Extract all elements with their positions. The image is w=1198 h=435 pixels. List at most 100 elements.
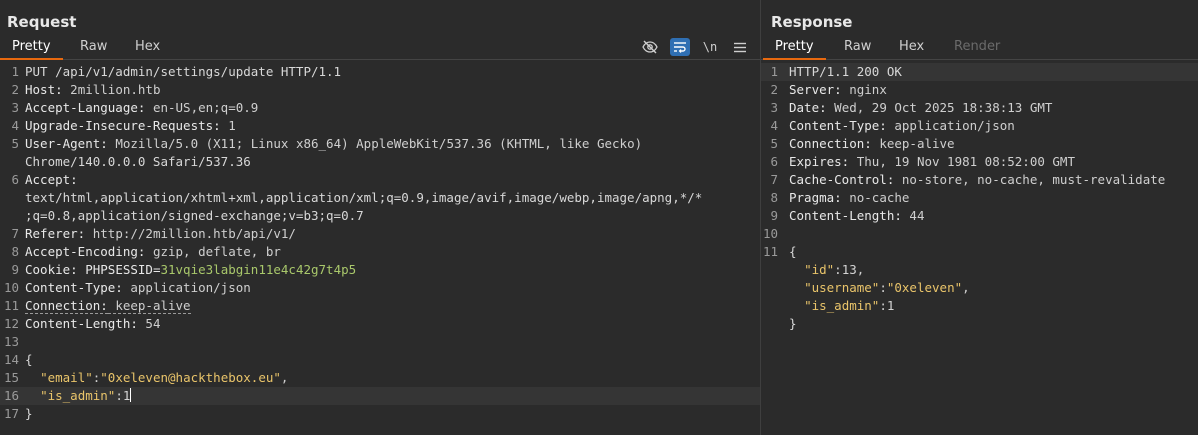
line-content: Connection: keep-alive bbox=[25, 297, 760, 315]
code-line[interactable]: 3 Date: Wed, 29 Oct 2025 18:38:13 GMT bbox=[761, 99, 1198, 117]
line-content: Cookie: PHPSESSID=31vqie3labgin11e4c42g7… bbox=[25, 261, 760, 279]
code-line[interactable]: 15 "email":"0xeleven@hackthebox.eu", bbox=[0, 369, 760, 387]
header-value: keep-alive bbox=[107, 298, 191, 314]
code-line[interactable]: 10 bbox=[761, 225, 1198, 243]
header-name: Accept-Language: bbox=[25, 100, 146, 115]
line-content: Host: 2million.htb bbox=[25, 81, 760, 99]
line-number: 3 bbox=[770, 100, 778, 115]
request-title: Request bbox=[7, 13, 77, 31]
code-line[interactable]: 10 Content-Type: application/json bbox=[0, 279, 760, 297]
code-line[interactable]: "username":"0xeleven", bbox=[761, 279, 1198, 297]
line-content: Server: nginx bbox=[789, 81, 1198, 99]
word-wrap-icon[interactable] bbox=[670, 38, 690, 56]
code-line[interactable]: 4 Upgrade-Insecure-Requests: 1 bbox=[0, 117, 760, 135]
line-content: User-Agent: Mozilla/5.0 (X11; Linux x86_… bbox=[25, 135, 760, 153]
code-line[interactable]: 8 Pragma: no-cache bbox=[761, 189, 1198, 207]
code-line[interactable]: text/html,application/xhtml+xml,applicat… bbox=[0, 189, 760, 207]
code-line[interactable]: 4 Content-Type: application/json bbox=[761, 117, 1198, 135]
line-content: Expires: Thu, 19 Nov 1981 08:52:00 GMT bbox=[789, 153, 1198, 171]
header-name: Pragma: bbox=[789, 190, 842, 205]
line-number: 13 bbox=[3, 334, 19, 349]
line-number: 5 bbox=[11, 136, 19, 151]
response-tab-render[interactable]: Render bbox=[942, 36, 1012, 60]
line-number: 14 bbox=[3, 352, 19, 367]
code-line[interactable]: 11 Connection: keep-alive bbox=[0, 297, 760, 315]
header-value: http://2million.htb/api/v1/ bbox=[85, 226, 296, 241]
line-number: 11 bbox=[3, 298, 19, 313]
line-content: Content-Length: 44 bbox=[789, 207, 1198, 225]
line-number: 3 bbox=[11, 100, 19, 115]
code-line[interactable]: 16 "is_admin":1 bbox=[0, 387, 760, 405]
code-line[interactable]: 6 Expires: Thu, 19 Nov 1981 08:52:00 GMT bbox=[761, 153, 1198, 171]
response-tab-pretty[interactable]: Pretty bbox=[763, 36, 826, 60]
header-value: Wed, 29 Oct 2025 18:38:13 GMT bbox=[826, 100, 1053, 115]
code-line[interactable]: 9 Content-Length: 44 bbox=[761, 207, 1198, 225]
response-tab-raw[interactable]: Raw bbox=[832, 36, 883, 60]
header-value: 54 bbox=[137, 316, 161, 331]
code-line[interactable]: 9 Cookie: PHPSESSID=31vqie3labgin11e4c42g… bbox=[0, 261, 760, 279]
code-line[interactable]: } bbox=[761, 315, 1198, 333]
code-line[interactable]: "id":13, bbox=[761, 261, 1198, 279]
line-number: 6 bbox=[770, 154, 778, 169]
line-number: 9 bbox=[770, 208, 778, 223]
request-tab-pretty[interactable]: Pretty bbox=[0, 36, 63, 60]
header-name: Upgrade-Insecure-Requests: bbox=[25, 118, 221, 133]
newline-icon[interactable]: \n bbox=[700, 38, 720, 56]
line-content: Accept: bbox=[25, 171, 760, 189]
code-line[interactable]: 5 User-Agent: Mozilla/5.0 (X11; Linux x86… bbox=[0, 135, 760, 153]
line-number: 15 bbox=[3, 370, 19, 385]
menu-icon[interactable] bbox=[730, 38, 750, 56]
line-number: 8 bbox=[770, 190, 778, 205]
code-line[interactable]: Chrome/140.0.0.0 Safari/537.36 bbox=[0, 153, 760, 171]
code-line[interactable]: 3 Accept-Language: en-US,en;q=0.9 bbox=[0, 99, 760, 117]
line-content: Upgrade-Insecure-Requests: 1 bbox=[25, 117, 760, 135]
header-name: Content-Type: bbox=[789, 118, 887, 133]
header-name: Content-Length: bbox=[789, 208, 902, 223]
line-number: 2 bbox=[11, 82, 19, 97]
code-line[interactable]: "is_admin":1 bbox=[761, 297, 1198, 315]
header-value: Thu, 19 Nov 1981 08:52:00 GMT bbox=[849, 154, 1075, 169]
header-name: Referer: bbox=[25, 226, 86, 241]
code-line[interactable]: 1 HTTP/1.1 200 OK bbox=[761, 63, 1198, 81]
json-colon: : bbox=[115, 388, 123, 403]
code-line[interactable]: 2 Host: 2million.htb bbox=[0, 81, 760, 99]
request-tab-raw[interactable]: Raw bbox=[68, 36, 119, 60]
json-colon: : bbox=[879, 298, 887, 313]
code-line[interactable]: 12 Content-Length: 54 bbox=[0, 315, 760, 333]
code-line[interactable]: ;q=0.8,application/signed-exchange;v=b3;… bbox=[0, 207, 760, 225]
line-content: "email":"0xeleven@hackthebox.eu", bbox=[25, 369, 760, 387]
line-number: 2 bbox=[770, 82, 778, 97]
code-line[interactable]: 7 Referer: http://2million.htb/api/v1/ bbox=[0, 225, 760, 243]
text-caret bbox=[130, 388, 132, 402]
code-line[interactable]: 1 PUT /api/v1/admin/settings/update HTTP/… bbox=[0, 63, 760, 81]
response-title: Response bbox=[771, 13, 853, 31]
request-tab-hex[interactable]: Hex bbox=[123, 36, 172, 60]
code-line[interactable]: 8 Accept-Encoding: gzip, deflate, br bbox=[0, 243, 760, 261]
json-number: 1 bbox=[122, 388, 131, 403]
response-editor[interactable]: 1 HTTP/1.1 200 OK 2 Server: nginx 3 Date: Wed… bbox=[761, 63, 1198, 435]
code-line[interactable]: 6 Accept: bbox=[0, 171, 760, 189]
request-editor[interactable]: 1 PUT /api/v1/admin/settings/update HTTP/… bbox=[0, 63, 760, 435]
line-content: ;q=0.8,application/signed-exchange;v=b3;… bbox=[25, 208, 364, 223]
code-line[interactable]: 17} bbox=[0, 405, 760, 423]
code-line[interactable]: 14 { bbox=[0, 351, 760, 369]
code-line[interactable]: 5 Connection: keep-alive bbox=[761, 135, 1198, 153]
line-content: Accept-Encoding: gzip, deflate, br bbox=[25, 243, 760, 261]
line-number: 7 bbox=[11, 226, 19, 241]
json-key: "id" bbox=[804, 262, 835, 277]
response-tab-hex[interactable]: Hex bbox=[887, 36, 936, 60]
code-line[interactable]: 2 Server: nginx bbox=[761, 81, 1198, 99]
header-value: 44 bbox=[901, 208, 925, 223]
code-line[interactable]: 11 { bbox=[761, 243, 1198, 261]
code-line[interactable]: 13 bbox=[0, 333, 760, 351]
header-name: Accept-Encoding: bbox=[25, 244, 146, 259]
code-line[interactable]: 7 Cache-Control: no-store, no-cache, must… bbox=[761, 171, 1198, 189]
json-comma: , bbox=[962, 280, 970, 295]
header-name: Cache-Control: bbox=[789, 172, 895, 187]
header-name: Connection: bbox=[789, 136, 872, 151]
line-number: 1 bbox=[11, 64, 19, 79]
header-name: Connection: bbox=[25, 298, 108, 314]
eye-slash-icon[interactable] bbox=[640, 38, 660, 56]
